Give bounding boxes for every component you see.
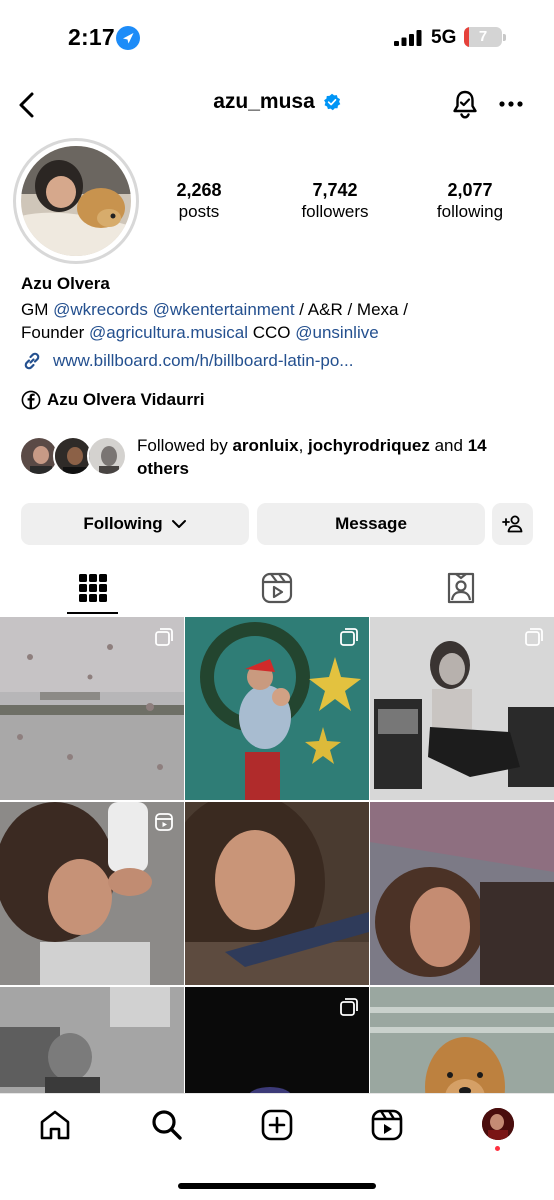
full-name: Azu Olvera xyxy=(21,274,110,293)
bio-text: Founder xyxy=(21,323,90,342)
followers-label: followers xyxy=(301,202,369,221)
follower-name: jochyrodriquez xyxy=(308,436,430,455)
post-tile[interactable] xyxy=(370,802,554,985)
create-icon[interactable] xyxy=(260,1108,294,1142)
follower-name: aronluix xyxy=(232,436,299,455)
followed-by-text[interactable]: Followed by aronluix, jochyrodriquez and… xyxy=(137,434,537,480)
link-url: www.billboard.com/h/billboard-latin-po..… xyxy=(53,351,354,370)
following-button-label: Following xyxy=(83,514,163,533)
facebook-name: Azu Olvera Vidaurri xyxy=(47,390,205,409)
mention-link[interactable]: @agricultura.musical xyxy=(89,323,248,342)
stat-posts[interactable]: 2,268 posts xyxy=(139,180,259,224)
profile-avatar[interactable] xyxy=(482,1108,514,1140)
reels-icon[interactable] xyxy=(257,568,297,608)
carousel-icon xyxy=(340,998,358,1016)
post-tile[interactable] xyxy=(0,802,184,985)
active-tab-indicator xyxy=(67,612,118,614)
reel-icon xyxy=(155,813,173,831)
link-icon xyxy=(24,352,40,370)
tagged-icon[interactable] xyxy=(441,568,481,608)
post-tile[interactable] xyxy=(370,617,554,800)
followed-prefix: Followed by xyxy=(137,436,233,455)
home-icon[interactable] xyxy=(38,1108,72,1142)
bio-text: / A&R / Mexa / xyxy=(294,300,408,319)
battery-level: 7 xyxy=(478,28,488,45)
home-indicator[interactable] xyxy=(178,1183,376,1189)
carousel-icon xyxy=(525,628,543,646)
bio-text: CCO xyxy=(248,323,296,342)
followed-sep: , xyxy=(298,436,309,455)
stat-followers[interactable]: 7,742 followers xyxy=(275,180,395,224)
post-tile[interactable] xyxy=(0,617,184,800)
network-type: 5G xyxy=(431,27,457,48)
mention-link[interactable]: @unsinlive xyxy=(295,323,378,342)
status-bar: 2:17 5G 7 xyxy=(0,0,554,74)
message-button[interactable]: Message xyxy=(257,503,485,545)
post-tile[interactable] xyxy=(185,617,369,800)
mention-link[interactable]: @wkrecords xyxy=(53,300,148,319)
chevron-down-icon xyxy=(171,520,186,528)
following-label: following xyxy=(436,202,504,221)
stat-following[interactable]: 2,077 following xyxy=(410,180,530,224)
mention-link[interactable]: @wkentertainment xyxy=(153,300,295,319)
status-time: 2:17 xyxy=(68,24,115,50)
battery-icon: 7 xyxy=(464,27,502,47)
follower-avatar[interactable] xyxy=(87,436,127,476)
username: azu_musa xyxy=(213,90,315,113)
bio-line-2: Founder @agricultura.musical CCO @unsinl… xyxy=(21,323,379,343)
facebook-icon xyxy=(21,390,41,410)
profile-avatar[interactable] xyxy=(21,146,131,256)
carousel-icon xyxy=(155,628,173,646)
post-tile[interactable] xyxy=(185,802,369,985)
search-icon[interactable] xyxy=(150,1108,184,1142)
facebook-link[interactable]: Azu Olvera Vidaurri xyxy=(21,390,204,410)
message-button-label: Message xyxy=(335,514,407,533)
bio-text: GM xyxy=(21,300,54,319)
posts-count: 2,268 xyxy=(176,180,222,200)
followed-and: and xyxy=(429,436,468,455)
following-button[interactable]: Following xyxy=(21,503,249,545)
more-dots-icon[interactable] xyxy=(498,98,524,110)
external-link[interactable]: www.billboard.com/h/billboard-latin-po..… xyxy=(21,350,353,372)
suggested-users-button[interactable] xyxy=(492,503,533,545)
bio-line-1: GM @wkrecords @wkentertainment / A&R / M… xyxy=(21,300,408,320)
following-count: 2,077 xyxy=(447,180,493,200)
add-user-icon xyxy=(501,515,522,533)
notification-dot xyxy=(495,1146,500,1151)
followers-count: 7,742 xyxy=(312,180,358,200)
verified-badge-icon xyxy=(323,93,341,111)
posts-grid-icon[interactable] xyxy=(73,568,113,608)
carousel-icon xyxy=(340,628,358,646)
location-arrow-icon xyxy=(116,26,140,50)
bell-icon[interactable] xyxy=(450,88,480,120)
battery-cap xyxy=(503,34,506,41)
cellular-signal-icon xyxy=(394,30,422,46)
reels-icon[interactable] xyxy=(370,1108,404,1142)
posts-label: posts xyxy=(178,202,220,221)
